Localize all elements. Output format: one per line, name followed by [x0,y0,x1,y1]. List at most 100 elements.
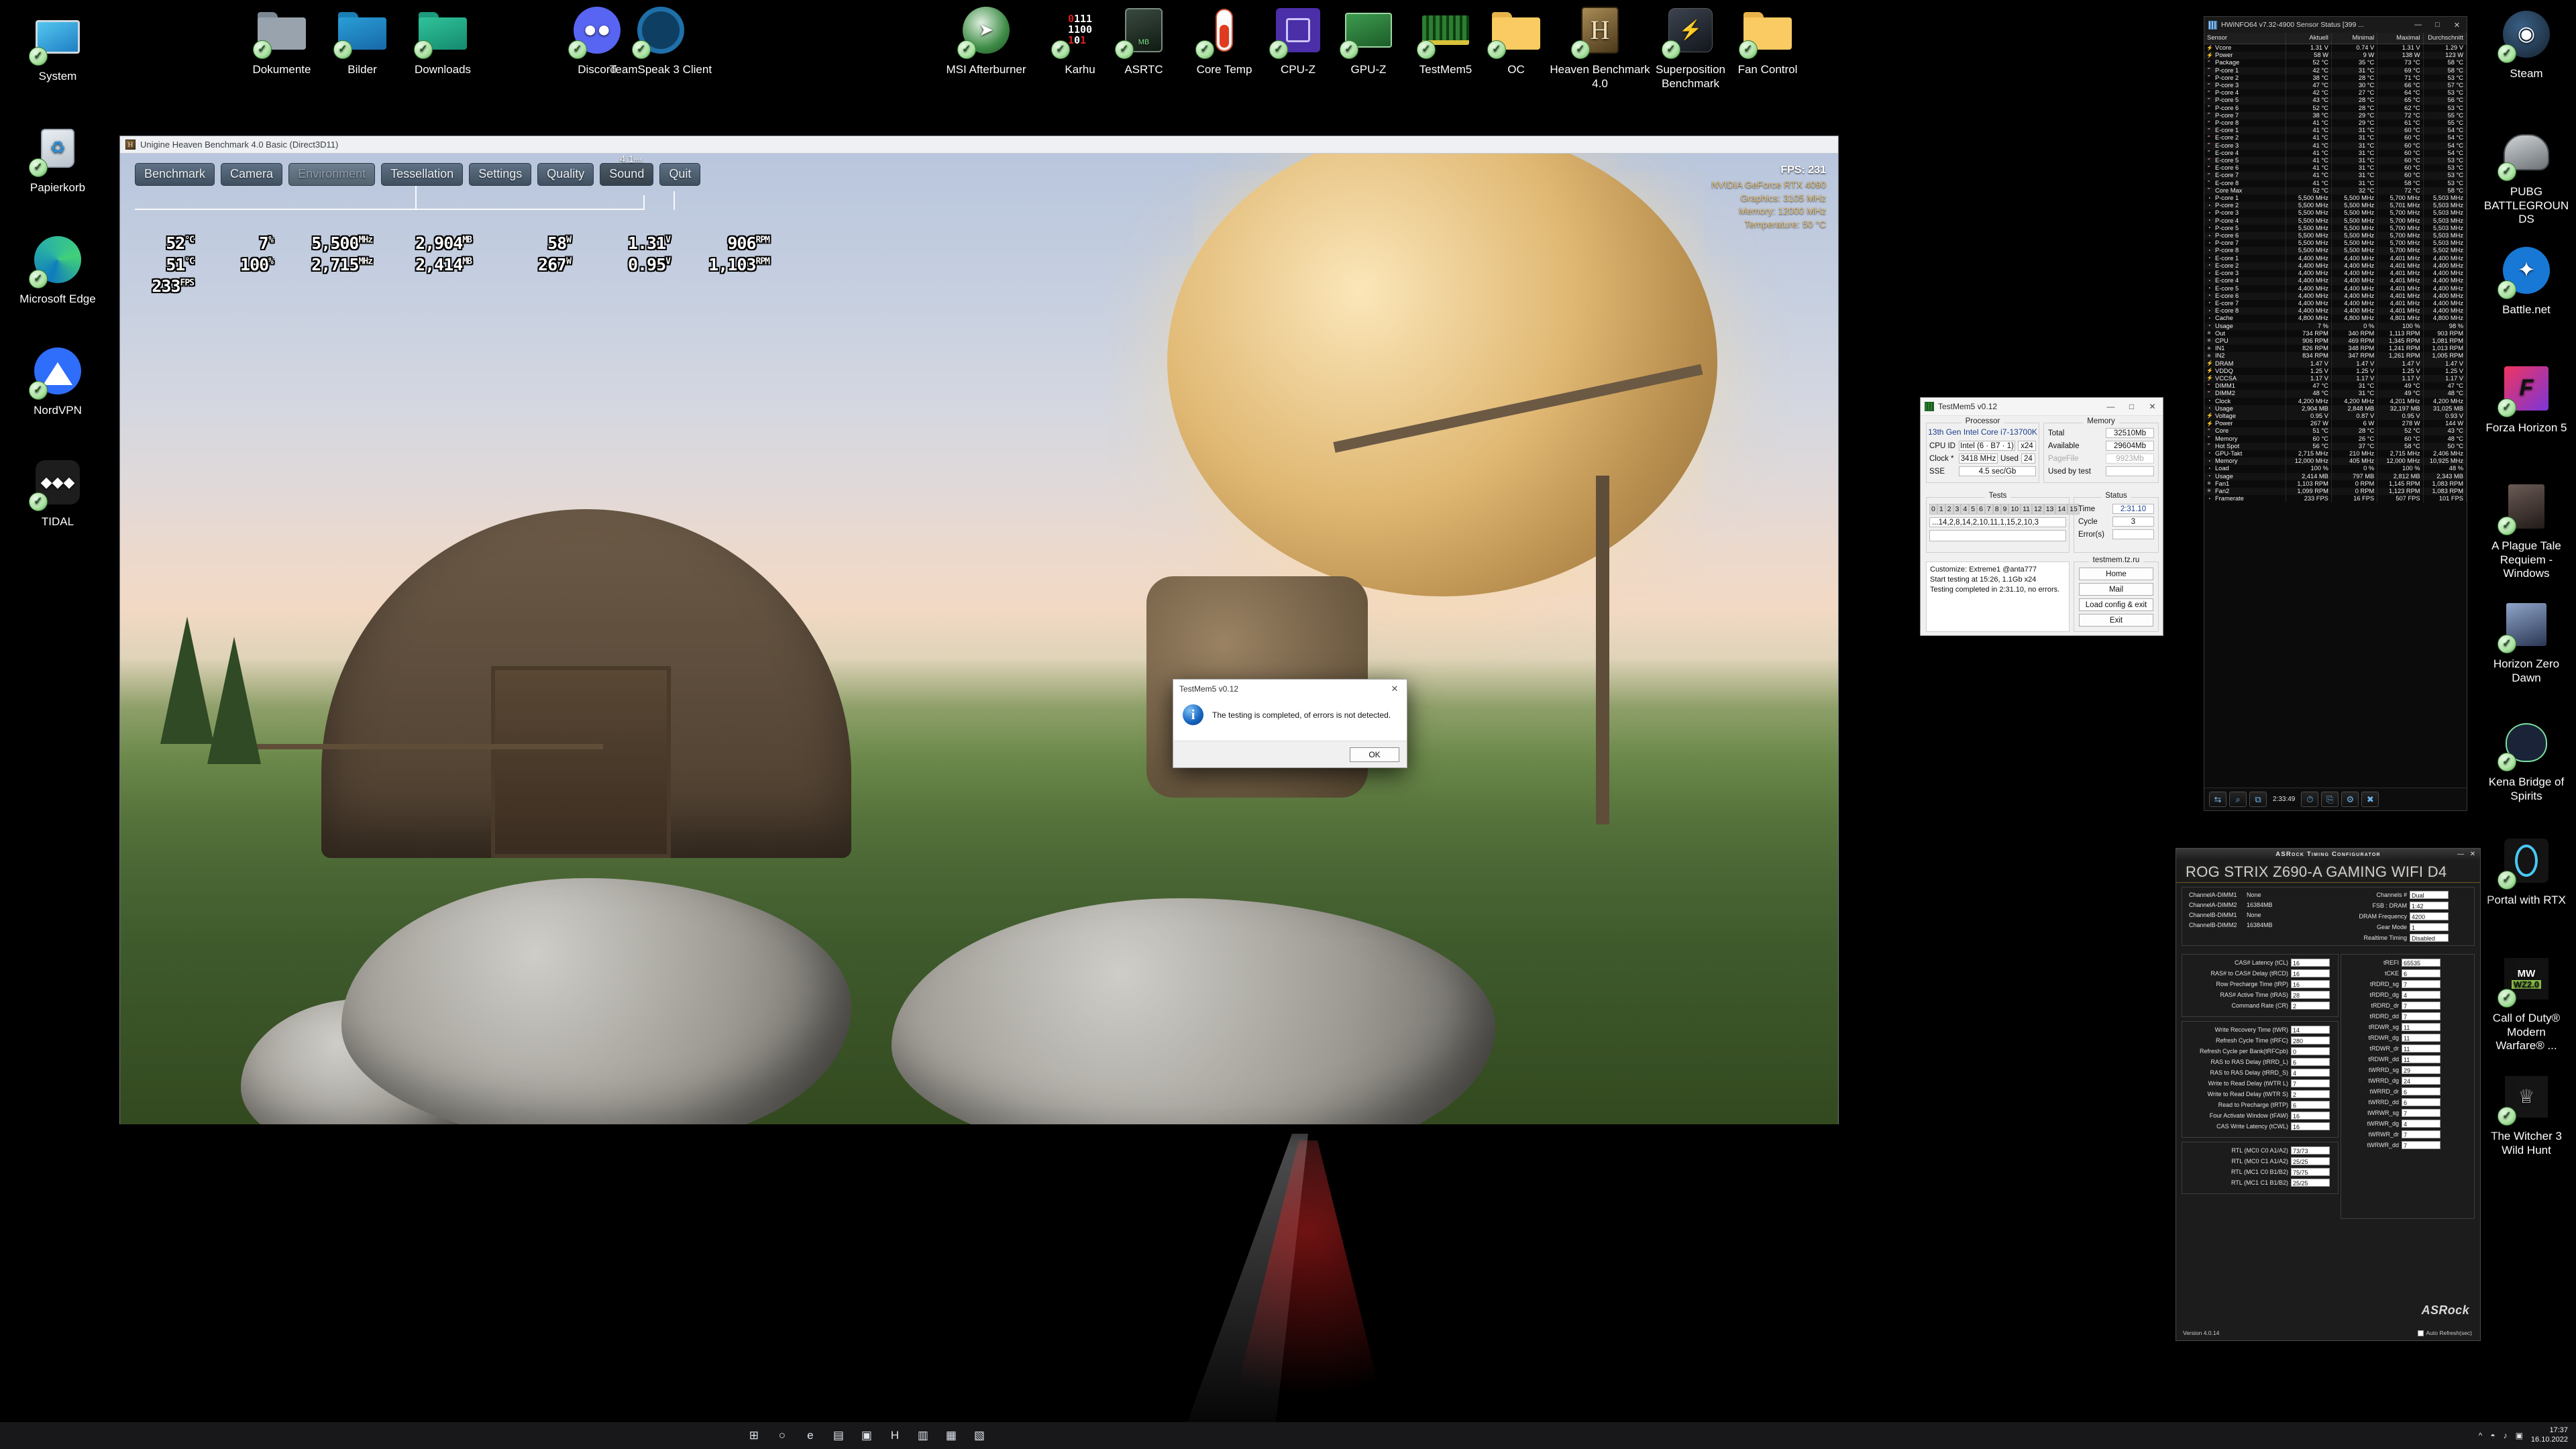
heaven-render-viewport[interactable]: Benchmark Camera Environment Tessellation Se… [120,154,1838,1124]
desktop-icon-the-witcher-3-wild-hunt[interactable]: ♕ ✓ The Witcher 3 Wild Hunt [2482,1069,2571,1157]
desktop-icon-horizon-zero-dawn[interactable]: ✓ Horizon Zero Dawn [2482,597,2571,685]
heaven-titlebar[interactable]: H Unigine Heaven Benchmark 4.0 Basic (Di… [120,136,1838,154]
hwinfo-gear-icon[interactable]: ⚙ [2341,792,2359,807]
summary-value[interactable]: Disabled [2410,934,2449,942]
hwinfo-sensor-row[interactable]: ⚡ VDDQ 1.25 V 1.25 V 1.25 V 1.25 V [2204,367,2467,375]
hwinfo-sensor-row[interactable]: ‴ P-core 2 38 °C 28 °C 71 °C 53 °C [2204,74,2467,83]
timing-value[interactable]: 6 [2402,1098,2440,1106]
hwinfo-sensor-row[interactable]: ‴ P-core 5 43 °C 28 °C 65 °C 56 °C [2204,97,2467,105]
timing-value[interactable]: 7 [2402,980,2440,988]
start-button[interactable]: ⊞ [745,1427,763,1444]
hwinfo-remote-monitor-icon[interactable]: ⧉ [2249,792,2267,807]
heaven-tab-quit[interactable]: Quit [659,163,701,186]
hwinfo-sensor-row[interactable]: ‴ E-core 6 41 °C 31 °C 60 °C 53 °C [2204,164,2467,172]
hwinfo-col-sensor[interactable]: Sensor [2204,33,2286,44]
hwinfo-sensor-row[interactable]: ◔ E-core 8 4,400 MHz 4,400 MHz 4,401 MHz 4,40… [2204,307,2467,315]
hwinfo-sensor-row[interactable]: ‴ P-core 4 42 °C 27 °C 64 °C 53 °C [2204,89,2467,97]
heaven-taskbar-icon[interactable]: H [886,1427,904,1444]
load-config-exit-button[interactable]: Load config & exit [2079,598,2153,611]
timing-value[interactable]: 14 [2291,1026,2330,1034]
system-tray[interactable]: ^ ◓ ♪ ▣ 17:37 16.10.2022 [2479,1426,2576,1445]
summary-value[interactable]: 1 [2410,923,2449,931]
timing-value[interactable]: 65535 [2402,959,2440,967]
hwinfo-sensor-row[interactable]: ⚡ VCCSA 1.17 V 1.17 V 1.17 V 1.17 V [2204,374,2467,383]
hwinfo-maximize-button[interactable]: □ [2428,17,2447,33]
hwinfo-sensor-row[interactable]: ✳ IN2 834 RPM 347 RPM 1,261 RPM 1,005 RPM [2204,352,2467,360]
timing-value[interactable]: 11 [2402,1023,2440,1031]
timing-value[interactable]: 4 [2402,991,2440,999]
desktop-icon-msi-afterburner[interactable]: ➤ ✓ MSI Afterburner [932,3,1040,77]
dialog-titlebar[interactable]: TestMem5 v0.12 ✕ [1173,680,1407,698]
hwinfo-sensor-row[interactable]: ◔ Usage 7 % 0 % 100 % 98 % [2204,322,2467,330]
summary-value[interactable]: 4200 [2410,912,2449,920]
auto-refresh-checkbox[interactable] [2417,1330,2424,1336]
timing-value[interactable]: 11 [2402,1055,2440,1063]
heaven-tab-benchmark[interactable]: Benchmark [135,163,215,186]
hwinfo-sensor-row[interactable]: ‴ E-core 5 41 °C 31 °C 60 °C 53 °C [2204,157,2467,165]
hwinfo-sensor-row[interactable]: ‴ P-core 1 42 °C 31 °C 69 °C 58 °C [2204,66,2467,74]
heaven-tab-settings[interactable]: Settings [469,163,532,186]
timing-value[interactable]: 6 [2291,1101,2330,1109]
hwinfo-sensor-row[interactable]: ✳ IN1 826 RPM 348 RPM 1,241 RPM 1,013 RPM [2204,345,2467,353]
hwinfo-sensor-row[interactable]: ‴ E-core 2 41 °C 31 °C 60 °C 54 °C [2204,134,2467,142]
search-button[interactable]: ○ [773,1427,791,1444]
timing-value[interactable]: 16 [2291,969,2330,977]
hwinfo-table-body[interactable]: ▤13700K⚡Vcore1.31 V0.74 V1.31 V1.29 V⚡Po… [2204,44,2467,503]
rtl-value[interactable]: 25/25 [2291,1157,2330,1165]
desktop-icon-microsoft-edge[interactable]: ✓ Microsoft Edge [12,232,103,307]
hwinfo-sensor-row[interactable]: ⚡ Vcore 1.31 V 0.74 V 1.31 V 1.29 V [2204,44,2467,52]
heaven-tab-tessellation[interactable]: Tessellation [381,163,464,186]
hwinfo-sensor-row[interactable]: ◔ Clock 4,200 MHz 4,200 MHz 4,201 MHz 4,200 M… [2204,397,2467,405]
desktop-icon-portal-with-rtx[interactable]: ✓ Portal with RTX [2482,833,2571,908]
timing-value[interactable]: 2 [2291,1002,2330,1010]
timing-value[interactable]: 280 [2291,1036,2330,1044]
home-button[interactable]: Home [2079,568,2153,580]
hwinfo-sensor-row[interactable]: ‴ DIMM1 47 °C 31 °C 49 °C 47 °C [2204,382,2467,390]
timing-value[interactable]: 29 [2402,1066,2440,1074]
hwinfo-close-icon[interactable]: ✖ [2361,792,2379,807]
desktop-icon-steam[interactable]: ◉ ✓ Steam [2482,7,2571,81]
hwinfo-sensor-row[interactable]: ◔ P-core 3 5,500 MHz 5,500 MHz 5,700 MHz 5,50… [2204,209,2467,217]
hwinfo-sensor-row[interactable]: ◔ P-core 5 5,500 MHz 5,500 MHz 5,700 MHz 5,50… [2204,224,2467,233]
hwinfo-sensor-row[interactable]: ‴ E-core 1 41 °C 31 °C 60 °C 54 °C [2204,127,2467,135]
hwinfo-sensor-row[interactable]: ⚡ Power 267 W6 W 278 W 144 W [2204,420,2467,428]
hwinfo-arrows-lr-icon[interactable]: ⇆ [2209,792,2226,807]
desktop-icon-papierkorb[interactable]: ♻ ✓ Papierkorb [12,121,103,195]
hwinfo-col-minimal[interactable]: Minimal [2331,33,2378,44]
hwinfo-sensor-row[interactable]: ‴ E-core 3 41 °C 31 °C 60 °C 54 °C [2204,142,2467,150]
hwinfo-sensor-row[interactable]: ‴ E-core 8 41 °C 31 °C 58 °C 53 °C [2204,179,2467,187]
hwinfo-sensor-row[interactable]: ◔ Cache 4,800 MHz 4,800 MHz 4,801 MHz 4,800 M… [2204,315,2467,323]
testmem5-window[interactable]: TestMem5 v0.12 — □ ✕ Processor 13th Gen … [1920,397,2163,636]
hwinfo-sensor-row[interactable]: ‴ Core 51 °C 28 °C 52 °C 43 °C [2204,427,2467,435]
hwinfo-sensor-row[interactable]: ◔ Memory 12,000 MHz 405 MHz 12,000 MHz 10,925… [2204,458,2467,466]
timing-value[interactable]: 7 [2402,1002,2440,1010]
timing-value[interactable]: 6 [2402,969,2440,977]
hwinfo-sensor-row[interactable]: ‴ Core Max 52 °C 32 °C 72 °C 58 °C [2204,186,2467,195]
timing-value[interactable]: 0 [2291,1047,2330,1055]
testmem5-maximize-button[interactable]: □ [2121,398,2142,415]
hwinfo-sensor-row[interactable]: ‴ E-core 7 41 °C 31 °C 60 °C 53 °C [2204,172,2467,180]
desktop-icon-battle-net[interactable]: ✦ ✓ Battle.net [2482,243,2571,317]
dialog-ok-button[interactable]: OK [1350,747,1399,762]
hwinfo-sensor-row[interactable]: ◔ P-core 6 5,500 MHz 5,500 MHz 5,700 MHz 5,50… [2204,232,2467,240]
hwinfo-report-icon[interactable]: ⎘ [2321,792,2339,807]
desktop-icon-a-plague-tale-requiem-windows[interactable]: ✓ A Plague Tale Requiem - Windows [2482,479,2571,581]
hwinfo-sensor-row[interactable]: ‴ E-core 4 41 °C 31 °C 60 °C 54 °C [2204,149,2467,158]
auto-refresh-control[interactable]: Auto Refresh(sec) [2417,1330,2472,1336]
timing-value[interactable]: 7 [2402,1109,2440,1117]
timing-value[interactable]: 7 [2402,1012,2440,1020]
hwinfo-sensor-row[interactable]: ◔ E-core 2 4,400 MHz 4,400 MHz 4,401 MHz 4,40… [2204,262,2467,270]
hwinfo-sensor-row[interactable]: ◔ E-core 5 4,400 MHz 4,400 MHz 4,401 MHz 4,40… [2204,284,2467,292]
hwinfo-close-button[interactable]: ✕ [2447,17,2467,33]
hwinfo-sensor-row[interactable]: ✳ Out 734 RPM 340 RPM 1,113 RPM 903 RPM [2204,329,2467,337]
tray-volume-icon[interactable]: ♪ [2504,1431,2508,1440]
hwinfo-sensor-row[interactable]: ✳ CPU 906 RPM 469 RPM 1,345 RPM 1,081 RPM [2204,337,2467,345]
hwinfo-taskbar-icon[interactable]: ▦ [943,1427,960,1444]
heaven-tab-sound[interactable]: Sound [600,163,654,186]
desktop-icon-system[interactable]: ✓ System [12,9,103,84]
rtl-value[interactable]: 25/25 [2291,1179,2330,1187]
testmem5-close-button[interactable]: ✕ [2142,398,2163,415]
hwinfo-sensor-row[interactable]: ◔ P-core 1 5,500 MHz 5,500 MHz 5,700 MHz 5,50… [2204,195,2467,203]
asrock-titlebar[interactable]: ASRock Timing Configurator — ✕ [2176,849,2480,860]
heaven-toolbar[interactable]: Benchmark Camera Environment Tessellation Se… [135,163,701,186]
